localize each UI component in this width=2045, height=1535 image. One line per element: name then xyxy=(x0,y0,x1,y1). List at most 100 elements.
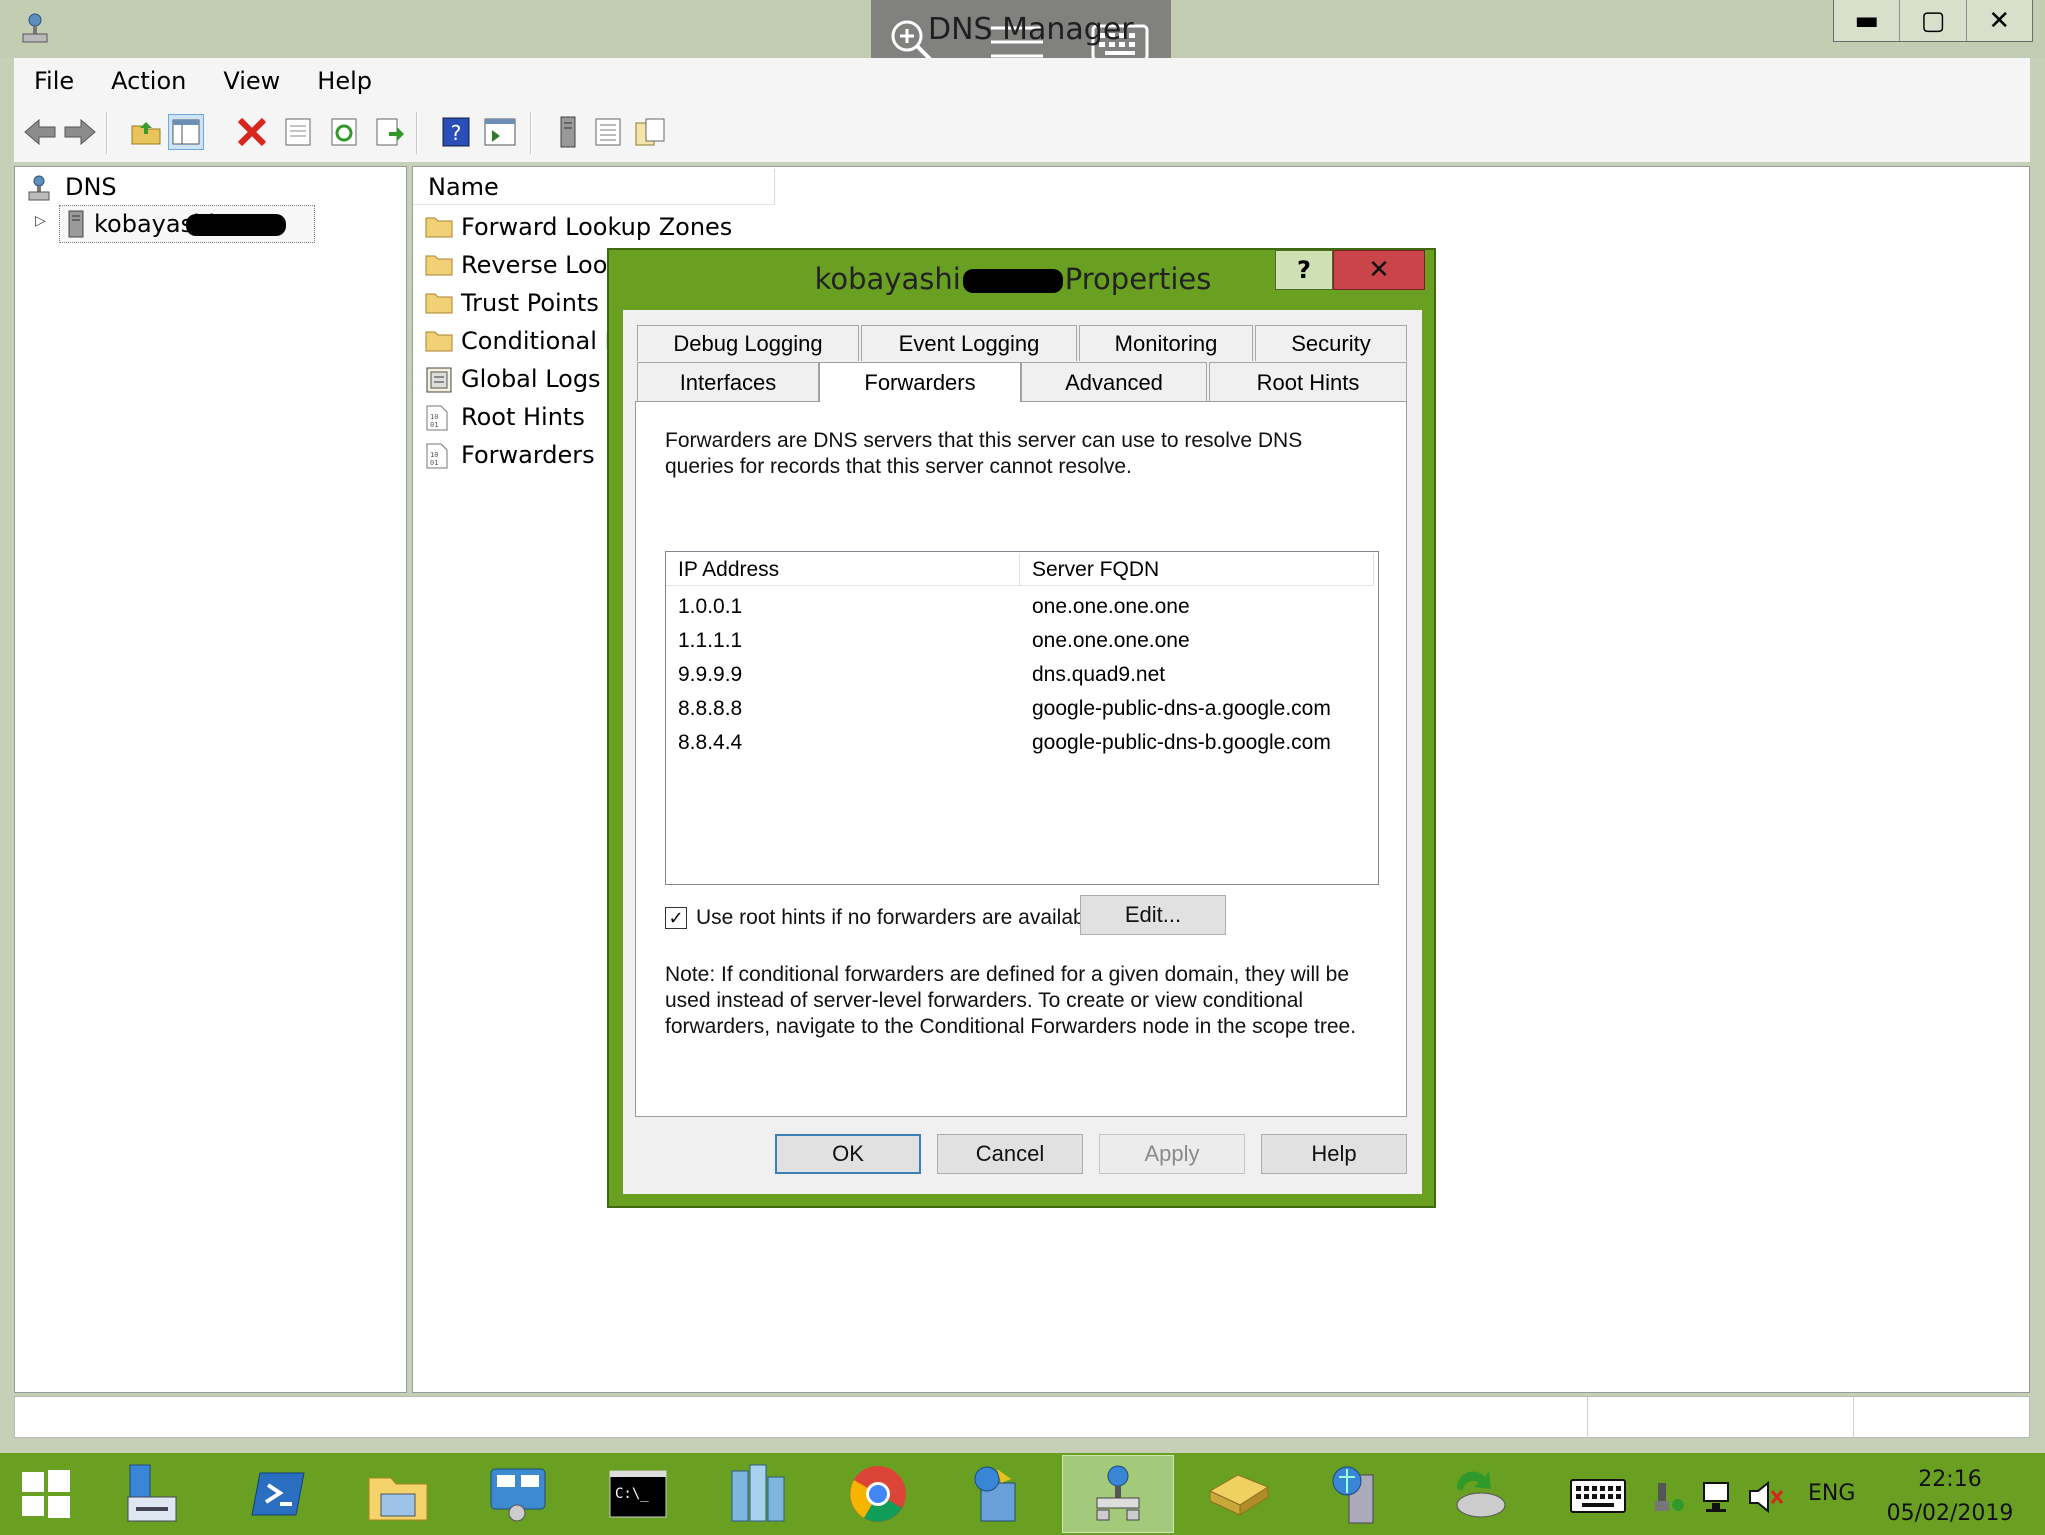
ok-button[interactable]: OK xyxy=(775,1134,921,1174)
dns-app-icon[interactable] xyxy=(20,12,50,46)
list-item[interactable]: Forward Lookup Zones xyxy=(425,209,732,245)
start-icon[interactable] xyxy=(14,1461,78,1527)
delete-icon[interactable] xyxy=(234,114,270,150)
server-icon[interactable] xyxy=(550,114,586,150)
minimize-button[interactable]: ▬ xyxy=(1834,0,1899,41)
menu-view[interactable]: View xyxy=(203,67,297,95)
column-header-ip[interactable]: IP Address xyxy=(666,554,1020,586)
copy-icon[interactable] xyxy=(632,114,668,150)
tree-root-dns[interactable]: DNS xyxy=(65,173,117,201)
forwarder-fqdn: google-public-dns-b.google.com xyxy=(1032,731,1331,754)
dialog-close-button[interactable]: ✕ xyxy=(1333,250,1425,290)
tab-root-hints[interactable]: Root Hints xyxy=(1209,362,1407,402)
list-item[interactable]: Trust Points xyxy=(425,285,599,321)
forwarder-fqdn: one.one.one.one xyxy=(1032,629,1190,652)
list-item[interactable]: Conditional Fo xyxy=(425,323,632,359)
server-cluster-icon[interactable] xyxy=(726,1461,790,1527)
close-button[interactable]: ✕ xyxy=(1965,0,2032,41)
usb-device-icon[interactable] xyxy=(1652,1481,1686,1517)
forwarder-row[interactable]: 9.9.9.9 dns.quad9.net xyxy=(666,658,1378,692)
forwarder-ip: 9.9.9.9 xyxy=(678,663,743,686)
column-header-name[interactable]: Name xyxy=(413,169,775,205)
network-server-icon[interactable] xyxy=(1326,1461,1390,1527)
cancel-button[interactable]: Cancel xyxy=(937,1134,1083,1174)
note-line: Note: If conditional forwarders are defi… xyxy=(665,963,1350,986)
export-list-icon[interactable] xyxy=(372,114,408,150)
forwarder-row[interactable]: 1.0.0.1 one.one.one.one xyxy=(666,590,1378,624)
forwarders-list[interactable]: IP Address Server FQDN 1.0.0.1 one.one.on… xyxy=(665,551,1379,885)
svg-text:C:\_: C:\_ xyxy=(615,1486,649,1502)
network-status-icon[interactable] xyxy=(1700,1481,1734,1517)
folder-icon xyxy=(425,290,453,316)
forwarder-row[interactable]: 8.8.4.4 google-public-dns-b.google.com xyxy=(666,726,1378,760)
note-line: used instead of server-level forwarders.… xyxy=(665,989,1304,1012)
binary-file-icon: 10 01 xyxy=(425,404,453,431)
description-line: Forwarders are DNS servers that this ser… xyxy=(665,429,1303,452)
toolbar-separator xyxy=(106,112,108,154)
list-item-label: Global Logs xyxy=(461,365,601,393)
use-root-hints-label[interactable]: Use root hints if no forwarders are avai… xyxy=(696,905,1101,931)
svg-text:?: ? xyxy=(451,121,462,145)
clock-time[interactable]: 22:16 xyxy=(1890,1467,2010,1492)
back-icon[interactable] xyxy=(22,114,58,150)
tab-advanced[interactable]: Advanced xyxy=(1021,362,1207,402)
up-folder-icon[interactable] xyxy=(128,114,164,150)
use-root-hints-checkbox[interactable]: ✓ xyxy=(665,907,687,929)
tab-interfaces[interactable]: Interfaces xyxy=(637,362,819,402)
clock-date[interactable]: 05/02/2019 xyxy=(1880,1501,2020,1526)
description-line: queries for records that this server can… xyxy=(665,455,1132,478)
tab-forwarders[interactable]: Forwarders xyxy=(819,362,1021,402)
forward-icon[interactable] xyxy=(62,114,98,150)
tab-event-logging[interactable]: Event Logging xyxy=(861,325,1077,361)
list-item[interactable]: Reverse Looku xyxy=(425,247,636,283)
volume-muted-icon[interactable] xyxy=(1748,1480,1784,1517)
properties-icon[interactable] xyxy=(280,114,316,150)
touch-keyboard-icon[interactable] xyxy=(1570,1479,1626,1517)
window-controls: ▬ ▢ ✕ xyxy=(1833,0,2033,42)
menu-action[interactable]: Action xyxy=(91,67,203,95)
action-pane-icon[interactable] xyxy=(482,114,518,150)
server-manager-icon[interactable] xyxy=(120,1461,184,1527)
language-indicator[interactable]: ENG xyxy=(1808,1481,1855,1506)
sync-icon[interactable] xyxy=(1446,1461,1510,1527)
tab-debug-logging[interactable]: Debug Logging xyxy=(637,325,859,361)
column-header-fqdn[interactable]: Server FQDN xyxy=(1020,554,1374,586)
control-panel-icon[interactable] xyxy=(486,1461,550,1527)
dns-manager-taskbar-icon[interactable] xyxy=(1062,1455,1174,1533)
help-icon[interactable]: ? xyxy=(438,114,474,150)
dialog-help-button[interactable]: ? xyxy=(1275,250,1333,290)
tab-monitoring[interactable]: Monitoring xyxy=(1079,325,1253,361)
edit-button[interactable]: Edit... xyxy=(1080,895,1226,935)
chrome-icon[interactable] xyxy=(846,1461,910,1527)
taskbar: C:\_ ENG 22:16 05/02/2019 xyxy=(0,1453,2045,1535)
list-item[interactable]: 10 01 Root Hints xyxy=(425,399,585,435)
forwarder-row[interactable]: 1.1.1.1 one.one.one.one xyxy=(666,624,1378,658)
file-explorer-icon[interactable] xyxy=(366,1461,430,1527)
expand-arrow-icon[interactable]: ▷ xyxy=(35,213,46,229)
redaction-mark xyxy=(186,214,286,236)
forwarder-row[interactable]: 8.8.8.8 google-public-dns-a.google.com xyxy=(666,692,1378,726)
list-view-icon[interactable] xyxy=(590,114,626,150)
tab-security[interactable]: Security xyxy=(1255,325,1407,361)
menu-file[interactable]: File xyxy=(14,67,91,95)
network-tool-icon[interactable] xyxy=(966,1461,1030,1527)
tree-server-node[interactable]: kobayashi xyxy=(59,205,315,243)
refresh-icon[interactable] xyxy=(326,114,362,150)
toolbar-separator xyxy=(530,112,532,154)
command-prompt-icon[interactable]: C:\_ xyxy=(606,1461,670,1527)
menu-help[interactable]: Help xyxy=(297,67,389,95)
dialog-title-suffix: Properties xyxy=(1064,262,1212,296)
list-item[interactable]: 10 01 Forwarders xyxy=(425,437,595,473)
folder-icon xyxy=(425,214,453,240)
svg-text:01: 01 xyxy=(430,421,438,429)
apply-button[interactable]: Apply xyxy=(1099,1134,1245,1174)
list-item[interactable]: Global Logs xyxy=(425,361,601,397)
status-divider xyxy=(1587,1397,1588,1439)
maximize-button[interactable]: ▢ xyxy=(1899,0,1965,41)
drive-icon[interactable] xyxy=(1206,1461,1270,1527)
status-bar xyxy=(14,1396,2030,1439)
help-button[interactable]: Help xyxy=(1261,1134,1407,1174)
show-tree-icon[interactable] xyxy=(168,114,204,150)
svg-text:01: 01 xyxy=(430,459,438,467)
powershell-icon[interactable] xyxy=(246,1461,310,1527)
